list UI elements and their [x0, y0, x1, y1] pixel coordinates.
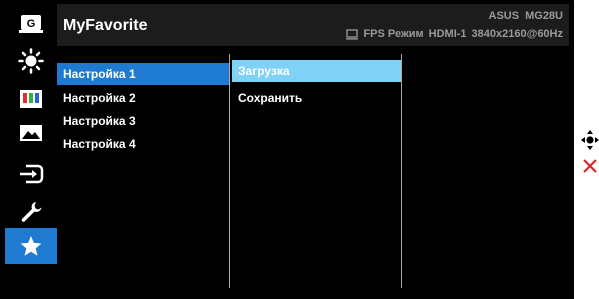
- osd-window: G MyFavorite ASUS MG28U FPS Режим HDMI-1…: [0, 0, 574, 299]
- page-title: MyFavorite: [63, 17, 148, 34]
- monitor-icon: [346, 28, 359, 40]
- blue-light-filter-icon: [18, 48, 44, 74]
- close-icon: [583, 159, 597, 173]
- image-icon: [20, 125, 42, 141]
- load-option[interactable]: Загрузка: [232, 60, 401, 82]
- status-info: FPS Режим HDMI-1 3840x2160@60Hz: [346, 28, 563, 40]
- key-guide: [581, 130, 599, 180]
- sidebar-item-image[interactable]: [5, 116, 57, 150]
- detail-panel: [402, 54, 569, 290]
- input-label: HDMI-1: [428, 28, 467, 40]
- model-info: ASUS MG28U: [489, 10, 563, 22]
- save-option[interactable]: Сохранить: [232, 87, 401, 109]
- svg-text:G: G: [27, 18, 36, 30]
- sidebar: G: [5, 4, 57, 295]
- five-way-navigation-icon: [581, 130, 599, 150]
- sidebar-item-bluelight[interactable]: [5, 44, 57, 78]
- sidebar-item-myfavorite[interactable]: [5, 228, 57, 264]
- setting-1[interactable]: Настройка 1: [57, 63, 229, 85]
- setting-2[interactable]: Настройка 2: [57, 87, 229, 109]
- resolution-label: 3840x2160@60Hz: [471, 28, 563, 40]
- sidebar-item-color[interactable]: [5, 82, 57, 116]
- sidebar-item-gamevisual[interactable]: G: [5, 7, 57, 41]
- brand-label: ASUS: [488, 10, 520, 22]
- system-setup-icon: [21, 202, 42, 222]
- mode-label: FPS Режим: [363, 28, 424, 40]
- color-icon: [20, 90, 42, 108]
- input-select-icon: [20, 164, 44, 184]
- model-label: MG28U: [525, 10, 563, 22]
- header: MyFavorite ASUS MG28U FPS Режим HDMI-1 38…: [57, 4, 569, 46]
- game-visual-icon: G: [19, 15, 43, 33]
- sidebar-item-input[interactable]: [5, 157, 57, 191]
- sidebar-item-system[interactable]: [5, 194, 57, 228]
- settings-list: Настройка 1 Настройка 2 Настройка 3 Наст…: [57, 54, 229, 290]
- favorite-star-icon: [20, 236, 42, 256]
- setting-3[interactable]: Настройка 3: [57, 110, 229, 132]
- setting-4[interactable]: Настройка 4: [57, 133, 229, 155]
- action-list: Загрузка Сохранить: [229, 54, 402, 288]
